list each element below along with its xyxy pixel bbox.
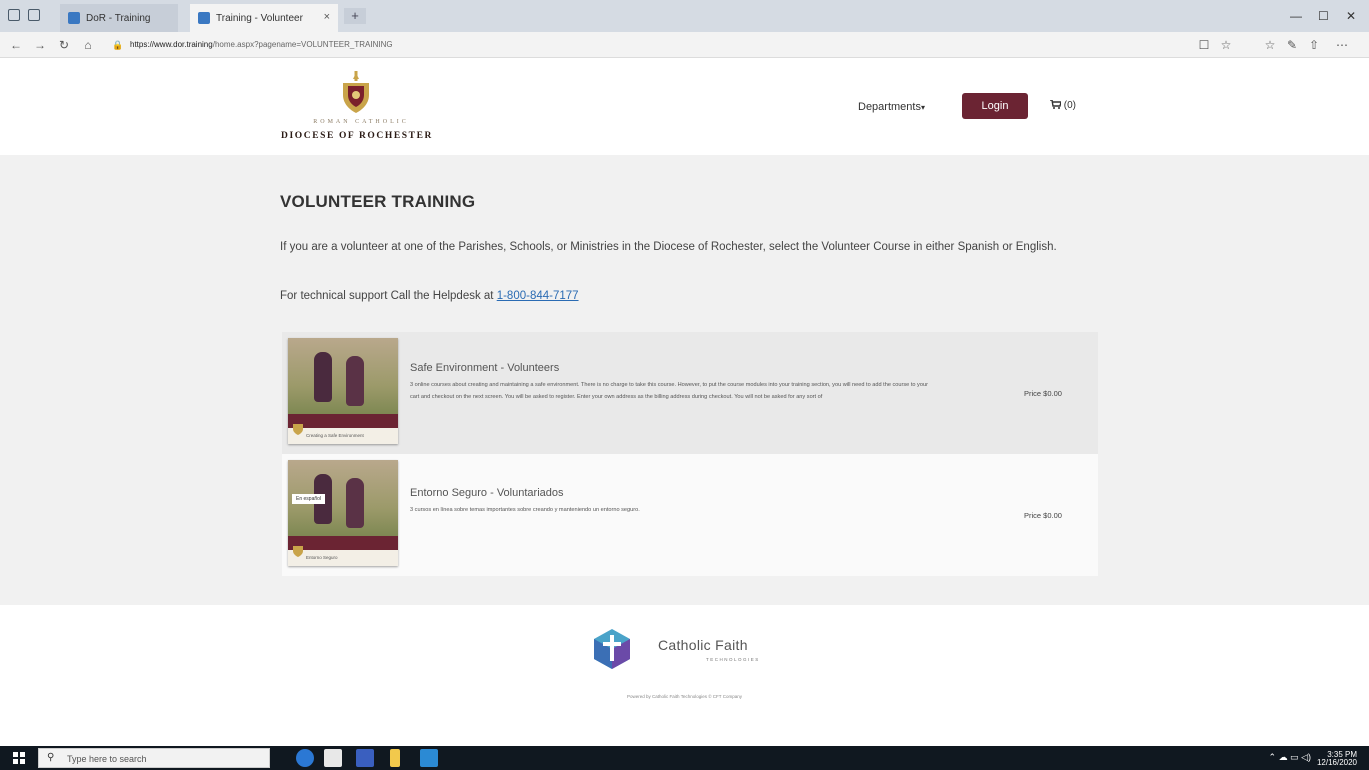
browser-tab-dor-training[interactable]: DoR - Training xyxy=(60,4,178,32)
thumbnail-figure xyxy=(346,356,364,406)
tab-label: DoR - Training xyxy=(86,12,151,24)
address-bar-row: ← → ↻ ⌂ 🔒 https://www.dor.training/home.… xyxy=(0,32,1369,58)
diocese-crest-icon xyxy=(343,71,369,113)
taskbar-clock[interactable]: 3:35 PM 12/16/2020 xyxy=(1317,751,1357,767)
refresh-icon[interactable]: ↻ xyxy=(56,37,72,53)
site-header: ROMAN CATHOLIC DIOCESE OF ROCHESTER Depa… xyxy=(0,59,1369,155)
new-tab-button[interactable]: + xyxy=(344,8,366,24)
departments-menu[interactable]: Departments▾ xyxy=(858,101,925,113)
reading-view-icon[interactable]: ☐ xyxy=(1196,37,1212,53)
course-price: Price $0.00 xyxy=(1024,389,1062,398)
course-description: 3 online courses about creating and main… xyxy=(410,382,928,400)
tab-label: Training - Volunteer xyxy=(216,12,303,24)
url-domain: https://www.dor.training xyxy=(130,40,213,49)
taskbar-search-placeholder: Type here to search xyxy=(67,754,147,764)
favicon-icon xyxy=(68,12,80,24)
favorites-icon[interactable]: ☆ xyxy=(1262,37,1278,53)
helpdesk-phone-link[interactable]: 1-800-844-7177 xyxy=(497,290,579,302)
logo-title: DIOCESE OF ROCHESTER xyxy=(281,131,434,141)
thumbnail-figure xyxy=(346,478,364,528)
share-icon[interactable]: ⇧ xyxy=(1306,37,1322,53)
url-path: /home.aspx?pagename=VOLUNTEER_TRAINING xyxy=(212,40,393,49)
web-notes-icon[interactable]: ✎ xyxy=(1284,37,1300,53)
catholic-faith-mark-icon xyxy=(594,629,630,669)
tab-preview-icon[interactable] xyxy=(28,9,40,21)
windows-taskbar: ⚲ Type here to search ⌃ ☁ ▭ ◁) 3:35 PM 1… xyxy=(0,746,1369,770)
maximize-button[interactable]: ☐ xyxy=(1318,9,1329,23)
logo-subtitle: ROMAN CATHOLIC xyxy=(313,119,409,125)
favicon-icon xyxy=(198,12,210,24)
course-title[interactable]: Safe Environment - Volunteers xyxy=(410,362,559,374)
crest-icon xyxy=(293,424,303,435)
taskbar-date: 12/16/2020 xyxy=(1316,758,1357,767)
course-item[interactable]: Creating a Safe Environment Safe Environ… xyxy=(282,332,1098,454)
course-thumbnail[interactable]: En español Entorno Seguro xyxy=(288,460,398,566)
footer-copyright: Powered by Catholic Faith Technologies ©… xyxy=(627,694,742,699)
login-button[interactable]: Login xyxy=(962,93,1028,119)
taskbar-search-input[interactable]: ⚲ Type here to search xyxy=(38,748,270,768)
course-item[interactable]: En español Entorno Seguro Entorno Seguro… xyxy=(282,454,1098,576)
crest-icon xyxy=(293,546,303,557)
thumbnail-figure xyxy=(314,352,332,402)
more-icon[interactable]: ⋯ xyxy=(1334,37,1350,53)
tab-actions-icon[interactable] xyxy=(8,9,20,21)
minimize-button[interactable]: — xyxy=(1290,9,1302,23)
departments-label: Departments xyxy=(858,101,921,113)
close-window-button[interactable]: ✕ xyxy=(1346,9,1356,23)
favorite-star-icon[interactable]: ☆ xyxy=(1218,37,1234,53)
catholic-faith-logo[interactable]: Catholic Faith TECHNOLOGIES xyxy=(594,629,784,673)
windows-start-icon[interactable] xyxy=(13,752,25,764)
chevron-down-icon: ▾ xyxy=(920,103,925,112)
footer-brand: Catholic Faith xyxy=(658,637,748,653)
diocese-logo[interactable]: ROMAN CATHOLIC DIOCESE OF ROCHESTER xyxy=(281,71,441,149)
intro-text: If you are a volunteer at one of the Par… xyxy=(280,241,1057,253)
back-icon[interactable]: ← xyxy=(8,37,24,53)
edge-taskbar-icon[interactable] xyxy=(296,749,314,767)
system-tray-icons[interactable]: ⌃ ☁ ▭ ◁) xyxy=(1269,752,1311,763)
support-prefix: For technical support Call the Helpdesk … xyxy=(280,290,497,302)
support-text: For technical support Call the Helpdesk … xyxy=(280,290,579,302)
store-taskbar-icon[interactable] xyxy=(324,749,342,767)
teams-taskbar-icon[interactable] xyxy=(356,749,374,767)
cart-icon xyxy=(1050,99,1062,109)
course-thumbnail[interactable]: Creating a Safe Environment xyxy=(288,338,398,444)
main-content: VOLUNTEER TRAINING If you are a voluntee… xyxy=(0,155,1369,605)
thumbnail-caption: Entorno Seguro xyxy=(288,550,398,566)
browser-tab-training-volunteer[interactable]: Training - Volunteer × xyxy=(190,4,338,32)
thumbnail-strip xyxy=(288,414,398,428)
footer-brand-sub: TECHNOLOGIES xyxy=(706,657,760,662)
browser-tab-bar: DoR - Training Training - Volunteer × + … xyxy=(0,0,1369,32)
thumbnail-strip xyxy=(288,536,398,550)
course-title[interactable]: Entorno Seguro - Voluntariados xyxy=(410,487,564,499)
file-explorer-taskbar-icon[interactable] xyxy=(390,749,400,767)
outlook-taskbar-icon[interactable] xyxy=(420,749,438,767)
lock-icon: 🔒 xyxy=(112,40,124,50)
course-description: 3 cursos en línea sobre temas importante… xyxy=(410,507,640,513)
home-icon[interactable]: ⌂ xyxy=(80,37,96,53)
tab-close-icon[interactable]: × xyxy=(324,11,330,23)
thumbnail-caption: Creating a Safe Environment xyxy=(288,428,398,444)
url-field[interactable]: https://www.dor.training/home.aspx?pagen… xyxy=(130,37,1190,53)
window-icons xyxy=(8,9,40,21)
cart-count: (0) xyxy=(1063,100,1077,111)
course-price: Price $0.00 xyxy=(1024,511,1062,520)
cart-link[interactable]: (0) xyxy=(1050,99,1077,111)
search-icon: ⚲ xyxy=(47,752,55,763)
forward-icon[interactable]: → xyxy=(32,37,48,53)
spanish-badge: En español xyxy=(292,494,326,504)
page-title: VOLUNTEER TRAINING xyxy=(280,192,476,211)
